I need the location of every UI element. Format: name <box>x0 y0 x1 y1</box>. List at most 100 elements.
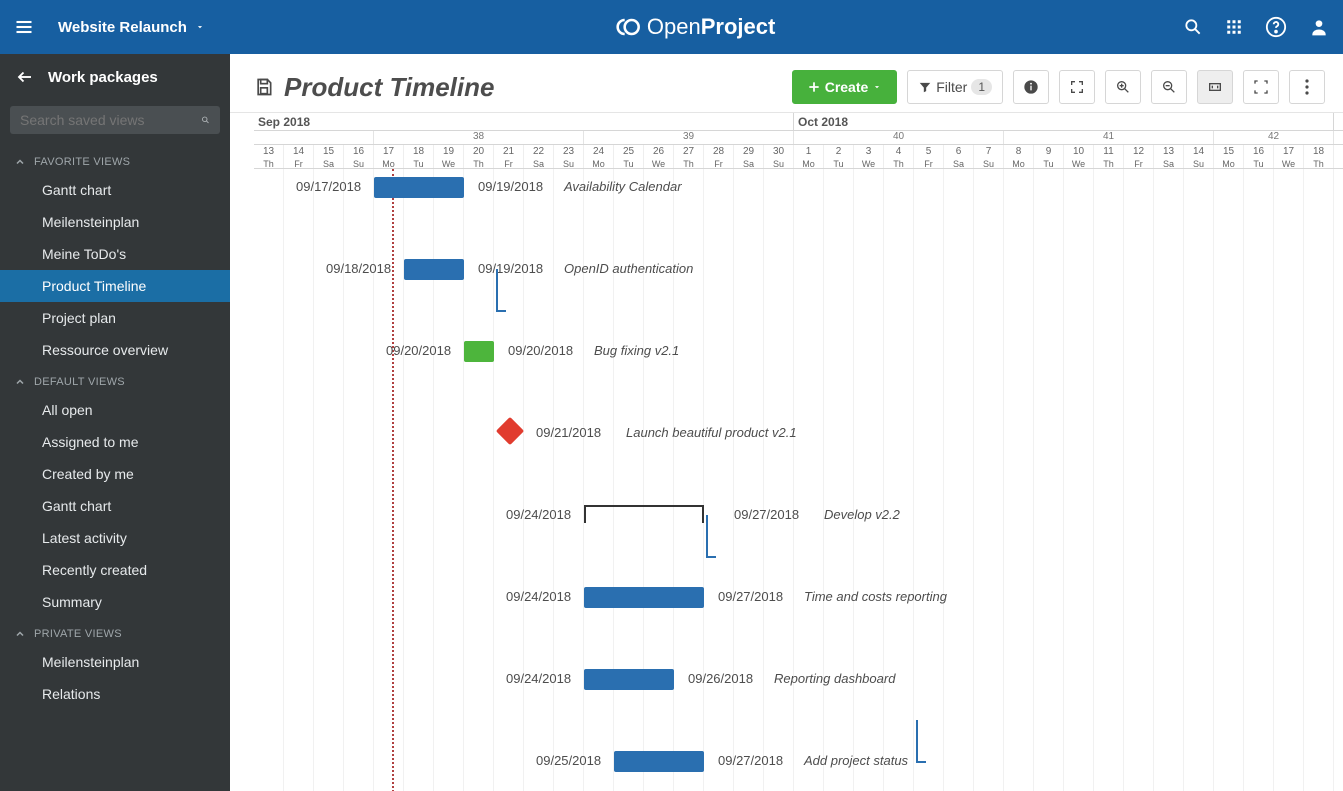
end-date: 09/19/2018 <box>478 179 543 194</box>
task-name: Reporting dashboard <box>774 671 895 686</box>
task-bar[interactable] <box>614 751 704 772</box>
filter-button[interactable]: Filter 1 <box>907 70 1003 104</box>
day-label: 13Th <box>254 145 284 168</box>
phase-bracket[interactable] <box>584 505 704 523</box>
create-button[interactable]: Create <box>792 70 898 104</box>
sidebar-item[interactable]: Gantt chart <box>0 174 230 206</box>
page-title: Product Timeline <box>284 72 494 103</box>
main: Product Timeline Create Filter 1 Sep 201 <box>230 54 1343 791</box>
day-label: 8Mo <box>1004 145 1034 168</box>
end-date: 09/26/2018 <box>688 671 753 686</box>
chevron-up-icon <box>14 628 26 640</box>
connector <box>496 310 506 312</box>
end-date: 09/27/2018 <box>718 589 783 604</box>
task-bar[interactable] <box>464 341 494 362</box>
task-name: OpenID authentication <box>564 261 693 276</box>
gantt-row[interactable]: 09/20/201809/20/2018Bug fixing v2.1 <box>254 333 1343 374</box>
user-icon[interactable] <box>1309 17 1329 37</box>
back-arrow-icon[interactable] <box>16 68 34 86</box>
task-bar[interactable] <box>404 259 464 280</box>
milestone-diamond[interactable] <box>496 417 524 445</box>
zoom-in-button[interactable] <box>1105 70 1141 104</box>
sidebar-item[interactable]: Meine ToDo's <box>0 238 230 270</box>
day-label: 18Th <box>1304 145 1334 168</box>
gantt-row[interactable]: 09/24/201809/26/2018Reporting dashboard <box>254 661 1343 702</box>
section-header[interactable]: PRIVATE VIEWS <box>0 618 230 646</box>
expand-button[interactable] <box>1243 70 1279 104</box>
sidebar-search[interactable] <box>10 106 220 134</box>
gantt-row[interactable]: 09/25/201809/27/2018Add project status <box>254 743 1343 784</box>
gantt-row[interactable]: 09/21/2018Launch beautiful product v2.1 <box>254 415 1343 456</box>
day-label: 7Su <box>974 145 1004 168</box>
task-bar[interactable] <box>374 177 464 198</box>
gantt-row[interactable]: 09/17/201809/19/2018Availability Calenda… <box>254 169 1343 210</box>
day-label: 17Mo <box>374 145 404 168</box>
end-date: 09/21/2018 <box>536 425 601 440</box>
day-label: 11Th <box>1094 145 1124 168</box>
search-input[interactable] <box>20 112 201 128</box>
day-label: 15Mo <box>1214 145 1244 168</box>
week-label: 40 <box>794 131 1004 144</box>
gantt-area[interactable]: Sep 2018Oct 2018383940414213Th14Fr15Sa16… <box>230 112 1343 791</box>
sidebar-item[interactable]: Created by me <box>0 458 230 490</box>
section-header[interactable]: FAVORITE VIEWS <box>0 146 230 174</box>
gantt-row[interactable]: 09/24/201809/27/2018Develop v2.2 <box>254 497 1343 538</box>
sidebar-item[interactable]: All open <box>0 394 230 426</box>
zoom-out-button[interactable] <box>1151 70 1187 104</box>
topbar: Website Relaunch OpenProject <box>0 0 1343 54</box>
toolbar: Product Timeline Create Filter 1 <box>230 54 1343 112</box>
day-label: 20Th <box>464 145 494 168</box>
sidebar-item[interactable]: Summary <box>0 586 230 618</box>
section-header[interactable]: DEFAULT VIEWS <box>0 366 230 394</box>
sidebar-item[interactable]: Meilensteinplan <box>0 206 230 238</box>
gantt-row[interactable]: 09/24/201809/27/2018Time and costs repor… <box>254 579 1343 620</box>
search-icon[interactable] <box>1183 17 1203 37</box>
sidebar-item[interactable]: Product Timeline <box>0 270 230 302</box>
zoom-fit-button[interactable] <box>1197 70 1233 104</box>
sidebar-item[interactable]: Gantt chart <box>0 490 230 522</box>
week-label: 42 <box>1214 131 1334 144</box>
day-label: 25Tu <box>614 145 644 168</box>
connector <box>496 269 498 310</box>
sidebar-item[interactable]: Assigned to me <box>0 426 230 458</box>
sidebar-item[interactable]: Recently created <box>0 554 230 586</box>
end-date: 09/20/2018 <box>508 343 573 358</box>
help-icon[interactable] <box>1265 16 1287 38</box>
day-label: 23Su <box>554 145 584 168</box>
save-icon[interactable] <box>254 77 274 97</box>
brand-logo[interactable]: OpenProject <box>613 13 775 41</box>
day-label: 14Su <box>1184 145 1214 168</box>
sidebar-item[interactable]: Project plan <box>0 302 230 334</box>
day-row: 13Th14Fr15Sa16Su17Mo18Tu19We20Th21Fr22Sa… <box>254 145 1343 169</box>
task-name: Develop v2.2 <box>824 507 900 522</box>
month-label: Sep 2018 <box>254 113 794 130</box>
week-label: 41 <box>1004 131 1214 144</box>
day-label: 12Fr <box>1124 145 1154 168</box>
more-button[interactable] <box>1289 70 1325 104</box>
fullscreen-button[interactable] <box>1059 70 1095 104</box>
day-label: 17We <box>1274 145 1304 168</box>
day-label: 13Sa <box>1154 145 1184 168</box>
sidebar-item[interactable]: Latest activity <box>0 522 230 554</box>
sidebar-item[interactable]: Relations <box>0 678 230 710</box>
day-label: 22Sa <box>524 145 554 168</box>
day-label: 27Th <box>674 145 704 168</box>
sidebar-item[interactable]: Ressource overview <box>0 334 230 366</box>
task-bar[interactable] <box>584 669 674 690</box>
day-label: 3We <box>854 145 884 168</box>
info-button[interactable] <box>1013 70 1049 104</box>
chevron-up-icon <box>14 156 26 168</box>
week-row: 3839404142 <box>254 131 1343 145</box>
project-selector[interactable]: Website Relaunch <box>58 19 205 36</box>
menu-icon[interactable] <box>14 17 34 37</box>
connector <box>916 720 918 761</box>
sidebar-item[interactable]: Meilensteinplan <box>0 646 230 678</box>
day-label: 14Fr <box>284 145 314 168</box>
apps-icon[interactable] <box>1225 18 1243 36</box>
end-date: 09/27/2018 <box>718 753 783 768</box>
day-label: 1Mo <box>794 145 824 168</box>
month-row: Sep 2018Oct 2018 <box>254 113 1343 131</box>
day-label: 9Tu <box>1034 145 1064 168</box>
task-bar[interactable] <box>584 587 704 608</box>
gantt-row[interactable]: 09/18/201809/19/2018OpenID authenticatio… <box>254 251 1343 292</box>
